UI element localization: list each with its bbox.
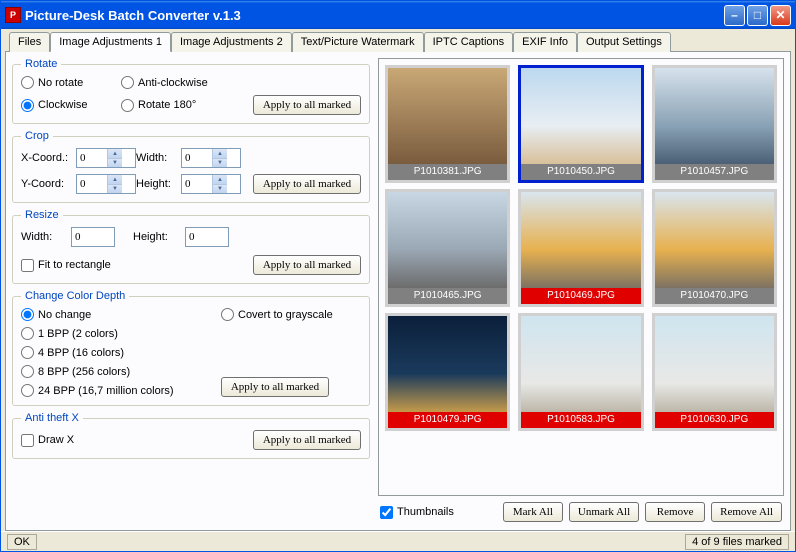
- thumbnail-grid[interactable]: P1010381.JPG P1010450.JPG P1010457.JPG P101…: [378, 58, 784, 496]
- thumbnail-image: [655, 316, 774, 412]
- spin-down-icon[interactable]: ▼: [107, 184, 122, 193]
- thumbnail-image: [655, 68, 774, 164]
- thumbnail-filename: P1010381.JPG: [388, 164, 507, 180]
- tab-image-adjustments-1[interactable]: Image Adjustments 1: [50, 32, 171, 52]
- tab-exif[interactable]: EXIF Info: [513, 32, 577, 52]
- tab-image-adjustments-2[interactable]: Image Adjustments 2: [171, 32, 292, 52]
- unmark-all-button[interactable]: Unmark All: [569, 502, 639, 522]
- crop-apply-button[interactable]: Apply to all marked: [253, 174, 361, 194]
- crop-x-input[interactable]: ▲▼: [76, 148, 136, 168]
- thumbnail-item[interactable]: P1010470.JPG: [652, 189, 777, 307]
- drawx-checkbox[interactable]: Draw X: [21, 434, 74, 447]
- crop-y-label: Y-Coord:: [21, 178, 76, 190]
- crop-h-input[interactable]: ▲▼: [181, 174, 241, 194]
- spin-up-icon[interactable]: ▲: [107, 175, 122, 184]
- thumbnail-item[interactable]: P1010479.JPG: [385, 313, 510, 431]
- close-button[interactable]: ✕: [770, 5, 791, 26]
- antitheft-group: Anti theft X Draw X Apply to all marked: [12, 412, 370, 459]
- crop-y-input[interactable]: ▲▼: [76, 174, 136, 194]
- crop-x-label: X-Coord.:: [21, 152, 76, 164]
- crop-w-label: Width:: [136, 152, 181, 164]
- spin-up-icon[interactable]: ▲: [107, 149, 122, 158]
- thumbnail-item[interactable]: P1010457.JPG: [652, 65, 777, 183]
- spin-down-icon[interactable]: ▼: [107, 158, 122, 167]
- resize-group: Resize Width: Height: Fit to rectangle A…: [12, 209, 370, 284]
- rotate-none-radio[interactable]: No rotate: [21, 76, 121, 89]
- thumbnail-image: [521, 192, 640, 288]
- thumbnail-image: [521, 316, 640, 412]
- remove-all-button[interactable]: Remove All: [711, 502, 782, 522]
- resize-apply-button[interactable]: Apply to all marked: [253, 255, 361, 275]
- thumbnail-filename: P1010479.JPG: [388, 412, 507, 428]
- spin-down-icon[interactable]: ▼: [212, 184, 227, 193]
- rotate-180-radio[interactable]: Rotate 180°: [121, 99, 241, 112]
- tab-watermark[interactable]: Text/Picture Watermark: [292, 32, 424, 52]
- remove-button[interactable]: Remove: [645, 502, 705, 522]
- thumbnail-image: [655, 192, 774, 288]
- tab-output[interactable]: Output Settings: [577, 32, 671, 52]
- depth-gray-radio[interactable]: Covert to grayscale: [221, 308, 361, 321]
- thumbnail-filename: P1010450.JPG: [521, 164, 640, 180]
- rotate-apply-button[interactable]: Apply to all marked: [253, 95, 361, 115]
- thumbnail-image: [388, 68, 507, 164]
- thumbnail-filename: P1010469.JPG: [521, 288, 640, 304]
- antitheft-legend: Anti theft X: [21, 412, 83, 424]
- mark-all-button[interactable]: Mark All: [503, 502, 563, 522]
- thumbnail-item[interactable]: P1010381.JPG: [385, 65, 510, 183]
- maximize-button[interactable]: □: [747, 5, 768, 26]
- depth-1bpp-radio[interactable]: 1 BPP (2 colors): [21, 327, 221, 340]
- spin-up-icon[interactable]: ▲: [212, 175, 227, 184]
- tab-iptc[interactable]: IPTC Captions: [424, 32, 514, 52]
- app-icon: P: [5, 7, 21, 23]
- crop-legend: Crop: [21, 130, 53, 142]
- fit-rect-checkbox[interactable]: Fit to rectangle: [21, 259, 111, 272]
- resize-h-input[interactable]: [185, 227, 229, 247]
- minimize-button[interactable]: –: [724, 5, 745, 26]
- thumbnail-image: [521, 68, 640, 164]
- depth-4bpp-radio[interactable]: 4 BPP (16 colors): [21, 346, 221, 359]
- spin-up-icon[interactable]: ▲: [212, 149, 227, 158]
- depth-group: Change Color Depth No change 1 BPP (2 co…: [12, 290, 370, 406]
- tabs: Files Image Adjustments 1 Image Adjustme…: [5, 32, 791, 52]
- antitheft-apply-button[interactable]: Apply to all marked: [253, 430, 361, 450]
- depth-apply-button[interactable]: Apply to all marked: [221, 377, 329, 397]
- thumbnail-image: [388, 316, 507, 412]
- depth-8bpp-radio[interactable]: 8 BPP (256 colors): [21, 365, 221, 378]
- window-title: Picture-Desk Batch Converter v.1.3: [25, 8, 724, 23]
- status-marked-count: 4 of 9 files marked: [685, 534, 789, 550]
- thumbnail-item[interactable]: P1010630.JPG: [652, 313, 777, 431]
- thumbnails-checkbox[interactable]: Thumbnails: [380, 506, 454, 519]
- thumbnail-filename: P1010457.JPG: [655, 164, 774, 180]
- resize-w-input[interactable]: [71, 227, 115, 247]
- thumbnail-item[interactable]: P1010469.JPG: [518, 189, 643, 307]
- depth-24bpp-radio[interactable]: 24 BPP (16,7 million colors): [21, 384, 221, 397]
- status-ok: OK: [7, 534, 37, 550]
- depth-legend: Change Color Depth: [21, 290, 129, 302]
- crop-w-input[interactable]: ▲▼: [181, 148, 241, 168]
- thumbnail-filename: P1010583.JPG: [521, 412, 640, 428]
- crop-h-label: Height:: [136, 178, 181, 190]
- thumbnail-item[interactable]: P1010450.JPG: [518, 65, 643, 183]
- resize-w-label: Width:: [21, 231, 61, 243]
- rotate-anticw-radio[interactable]: Anti-clockwise: [121, 76, 241, 89]
- rotate-legend: Rotate: [21, 58, 61, 70]
- thumbnail-filename: P1010630.JPG: [655, 412, 774, 428]
- thumbnail-item[interactable]: P1010583.JPG: [518, 313, 643, 431]
- depth-nochange-radio[interactable]: No change: [21, 308, 221, 321]
- rotate-cw-radio[interactable]: Clockwise: [21, 99, 121, 112]
- resize-legend: Resize: [21, 209, 63, 221]
- thumbnail-filename: P1010470.JPG: [655, 288, 774, 304]
- thumbnail-image: [388, 192, 507, 288]
- rotate-group: Rotate No rotate Anti-clockwise Clockwis…: [12, 58, 370, 124]
- spin-down-icon[interactable]: ▼: [212, 158, 227, 167]
- tab-files[interactable]: Files: [9, 32, 50, 52]
- resize-h-label: Height:: [133, 231, 175, 243]
- crop-group: Crop X-Coord.: ▲▼ Width: ▲▼ Y-Coord: ▲▼ …: [12, 130, 370, 203]
- thumbnail-item[interactable]: P1010465.JPG: [385, 189, 510, 307]
- thumbnail-filename: P1010465.JPG: [388, 288, 507, 304]
